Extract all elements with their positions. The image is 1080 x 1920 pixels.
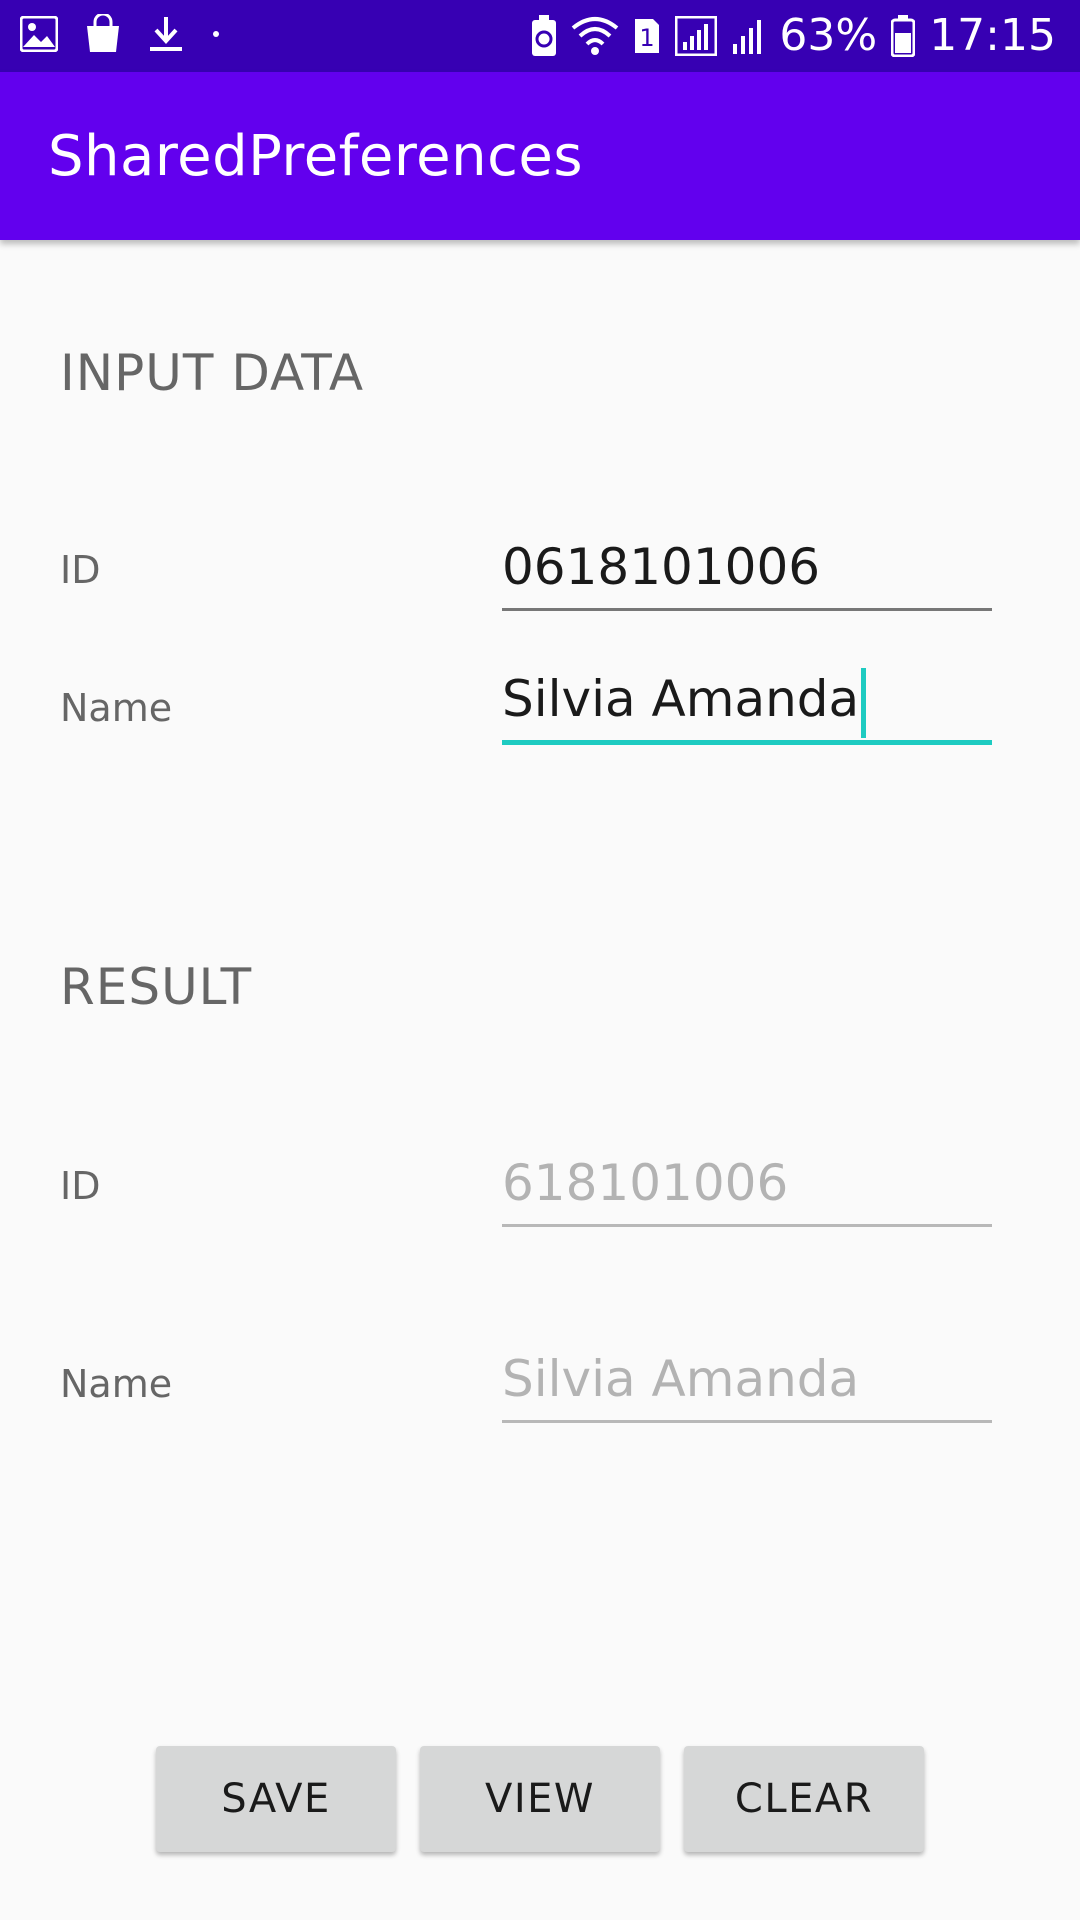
app-title: SharedPreferences bbox=[48, 124, 584, 189]
result-name-underline bbox=[502, 1420, 992, 1423]
app-bar: SharedPreferences bbox=[0, 72, 1080, 240]
input-id-value: 0618101006 bbox=[502, 538, 821, 596]
image-icon bbox=[20, 16, 58, 52]
input-id-field[interactable]: 0618101006 bbox=[502, 534, 992, 611]
input-name-field[interactable]: Silvia Amanda bbox=[502, 666, 992, 745]
input-name-value-wrap: Silvia Amanda bbox=[502, 666, 992, 738]
result-id-label: ID bbox=[60, 1164, 101, 1208]
result-id-field: 618101006 bbox=[502, 1150, 992, 1227]
save-button[interactable]: SAVE bbox=[156, 1746, 396, 1852]
result-id-underline bbox=[502, 1224, 992, 1227]
result-name-value: Silvia Amanda bbox=[502, 1350, 860, 1408]
input-name-value: Silvia Amanda bbox=[502, 670, 860, 728]
shopping-bag-icon bbox=[84, 14, 122, 54]
recycle-battery-icon bbox=[531, 15, 557, 57]
battery-percent: 63% bbox=[779, 10, 878, 61]
result-id-value: 618101006 bbox=[502, 1154, 789, 1212]
result-header: RESULT bbox=[60, 958, 253, 1016]
download-icon bbox=[148, 15, 184, 53]
signal-icon bbox=[675, 16, 718, 56]
input-data-header: INPUT DATA bbox=[60, 344, 365, 402]
wifi-icon bbox=[571, 16, 619, 56]
signal-2-icon bbox=[731, 16, 765, 56]
clear-button[interactable]: CLEAR bbox=[684, 1746, 924, 1852]
view-button[interactable]: VIEW bbox=[420, 1746, 660, 1852]
sim-1-icon: 1 bbox=[633, 17, 661, 55]
clock: 17:15 bbox=[929, 10, 1056, 61]
battery-icon bbox=[891, 15, 916, 57]
input-id-underline bbox=[502, 608, 992, 611]
input-name-label: Name bbox=[60, 686, 173, 730]
result-name-label: Name bbox=[60, 1362, 173, 1406]
dot-icon bbox=[210, 28, 222, 40]
text-cursor bbox=[861, 667, 867, 738]
input-id-label: ID bbox=[60, 548, 101, 592]
input-name-underline bbox=[502, 740, 992, 745]
status-bar: 1 63% 17:15 bbox=[0, 0, 1080, 72]
svg-text:1: 1 bbox=[640, 24, 655, 52]
result-name-field: Silvia Amanda bbox=[502, 1346, 992, 1423]
